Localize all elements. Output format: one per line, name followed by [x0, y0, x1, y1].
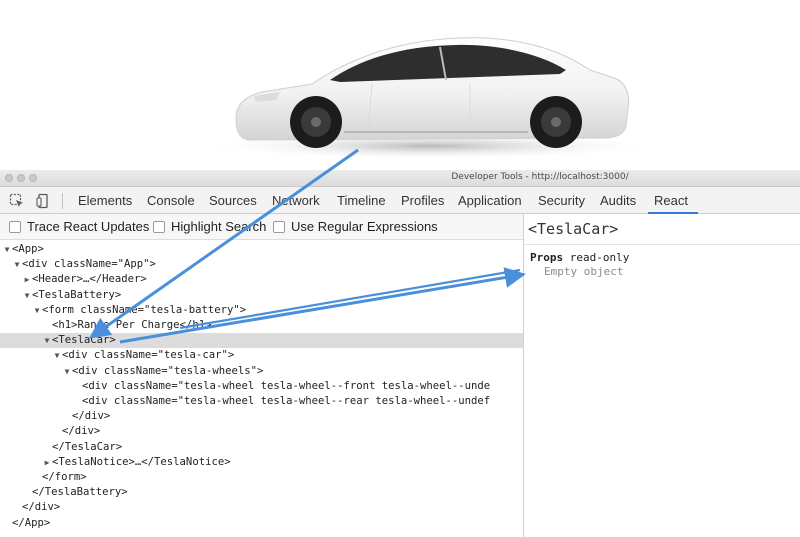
collapse-triangle-icon[interactable]: ▼: [22, 288, 32, 303]
expand-triangle-icon[interactable]: ▶: [42, 455, 52, 470]
car-image: [0, 0, 800, 170]
react-options-bar: Trace React Updates Highlight Search Use…: [0, 214, 523, 240]
tab-elements[interactable]: Elements: [78, 193, 132, 208]
tree-node-text: <div className="tesla-wheels">: [72, 364, 264, 377]
tab-audits[interactable]: Audits: [600, 193, 636, 208]
tree-row[interactable]: </form>: [0, 470, 523, 485]
tree-row[interactable]: ▼ <form className="tesla-battery">: [0, 303, 523, 318]
collapse-triangle-icon[interactable]: ▼: [52, 348, 62, 363]
regular-expressions-checkbox[interactable]: [273, 220, 285, 233]
tree-node-text: <h1>Range Per Charge</h1>: [52, 319, 212, 331]
collapse-triangle-icon[interactable]: ▼: [12, 257, 22, 272]
tree-row[interactable]: </div>: [0, 424, 523, 439]
regular-expressions-option[interactable]: Use Regular Expressions: [273, 219, 438, 234]
tree-row[interactable]: ▼ <div className="App">: [0, 257, 523, 272]
tree-row[interactable]: ▼ <div className="tesla-car">: [0, 348, 523, 363]
tree-row[interactable]: </TeslaCar>: [0, 440, 523, 455]
devtools-window: Developer Tools - http://localhost:3000/…: [0, 170, 800, 537]
tree-row[interactable]: <div className="tesla-wheel tesla-wheel-…: [0, 394, 523, 409]
tree-row[interactable]: <h1>Range Per Charge</h1>: [0, 318, 523, 333]
expand-triangle-icon[interactable]: ▶: [22, 272, 32, 287]
tab-profiles[interactable]: Profiles: [401, 193, 444, 208]
tree-node-text: <div className="tesla-car">: [62, 349, 235, 362]
tree-row[interactable]: ▼ <div className="tesla-wheels">: [0, 364, 523, 379]
tab-console[interactable]: Console: [147, 193, 195, 208]
tab-react[interactable]: React: [654, 193, 688, 208]
tab-network[interactable]: Network: [272, 193, 320, 208]
component-tree: ▼ <App> ▼ <div className="App"> ▶ <Header>…</…: [0, 240, 523, 537]
window-titlebar: Developer Tools - http://localhost:3000/: [0, 170, 800, 187]
collapse-triangle-icon[interactable]: ▼: [32, 303, 42, 318]
tree-node-text: <Header>…</Header>: [32, 273, 147, 286]
device-mode-icon[interactable]: [35, 193, 51, 209]
collapse-triangle-icon[interactable]: ▼: [2, 242, 12, 257]
highlight-search-checkbox[interactable]: [153, 220, 165, 233]
tree-node-text: <div className="tesla-wheel tesla-wheel-…: [82, 379, 491, 392]
tesla-car-illustration: [200, 37, 660, 160]
tab-timeline[interactable]: Timeline: [337, 193, 386, 208]
tree-node-text: <TeslaNotice>…</TeslaNotice>: [52, 455, 231, 468]
tree-node-text: </div>: [62, 425, 101, 438]
tree-node-text: </div>: [72, 410, 111, 423]
tree-node-text: <App>: [12, 243, 44, 255]
tree-node-text: </TeslaCar>: [52, 440, 123, 453]
tree-node-text: </TeslaBattery>: [32, 486, 128, 499]
tree-row[interactable]: </div>: [0, 409, 523, 424]
tree-row[interactable]: ▶ <Header>…</Header>: [0, 272, 523, 287]
tree-row[interactable]: </div>: [0, 500, 523, 515]
tree-row[interactable]: ▼ <TeslaBattery>: [0, 288, 523, 303]
tree-row[interactable]: ▶ <TeslaNotice>…</TeslaNotice>: [0, 455, 523, 470]
inspect-element-icon[interactable]: [9, 193, 25, 209]
tree-row[interactable]: </TeslaBattery>: [0, 485, 523, 500]
tree-node-text: <div className="App">: [22, 258, 156, 271]
trace-react-updates-checkbox[interactable]: [9, 220, 21, 233]
tree-row[interactable]: ▼ <App>: [0, 242, 523, 257]
tree-row[interactable]: <div className="tesla-wheel tesla-wheel-…: [0, 379, 523, 394]
devtools-tabbar: Elements Console Sources Network Timelin…: [0, 187, 800, 214]
tab-application[interactable]: Application: [458, 193, 522, 208]
side-panel-divider: [524, 244, 800, 245]
tree-node-text: <TeslaCar>: [52, 334, 116, 347]
toolbar-divider: [62, 193, 63, 209]
trace-react-updates-option[interactable]: Trace React Updates: [9, 219, 149, 234]
tree-node-text: <form className="tesla-battery">: [42, 303, 247, 316]
trace-react-updates-label: Trace React Updates: [27, 219, 150, 234]
props-readonly-note: read-only: [569, 251, 630, 264]
tree-node-text: </form>: [42, 471, 87, 483]
props-empty-value: Empty object: [544, 265, 624, 278]
collapse-triangle-icon[interactable]: ▼: [62, 364, 72, 379]
tree-row[interactable]: ▼ <TeslaCar>: [0, 333, 523, 349]
window-title: Developer Tools - http://localhost:3000/: [451, 172, 629, 182]
tree-node-text: <TeslaBattery>: [32, 288, 122, 301]
tree-node-text: </div>: [22, 501, 61, 514]
tab-sources[interactable]: Sources: [209, 193, 257, 208]
tree-node-text: <div className="tesla-wheel tesla-wheel-…: [82, 395, 491, 407]
collapse-triangle-icon[interactable]: ▼: [42, 333, 52, 348]
regular-expressions-label: Use Regular Expressions: [291, 219, 438, 234]
tree-node-text: </App>: [12, 516, 51, 529]
selected-component-name: <TeslaCar>: [528, 220, 619, 238]
tree-row[interactable]: </App>: [0, 516, 523, 531]
props-label: Props: [530, 251, 564, 264]
tab-security[interactable]: Security: [538, 193, 585, 208]
highlight-search-option[interactable]: Highlight Search: [153, 219, 266, 234]
props-side-panel: <TeslaCar> Props read-only Empty object: [524, 214, 800, 537]
highlight-search-label: Highlight Search: [171, 219, 267, 234]
props-header: Props read-only: [530, 251, 629, 264]
